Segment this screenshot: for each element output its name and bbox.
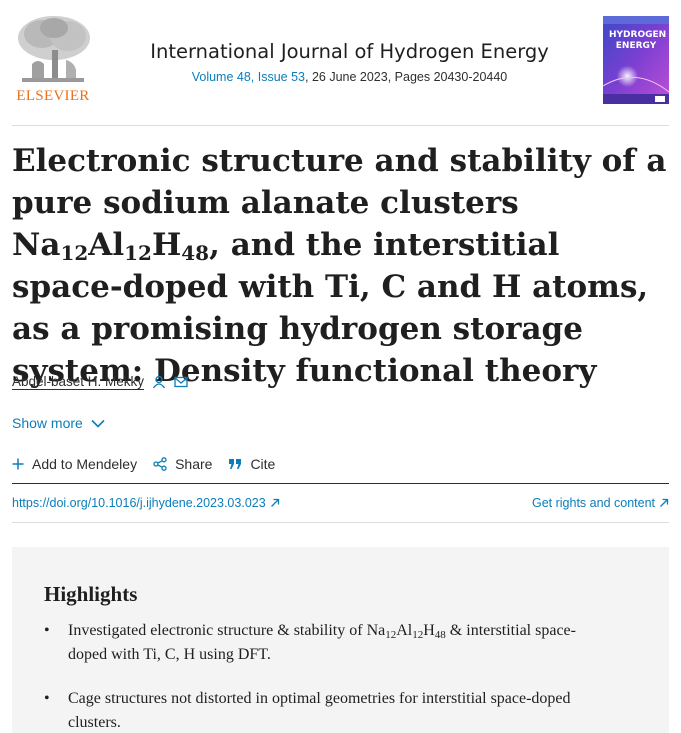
cite-button[interactable]: Cite	[228, 456, 275, 472]
rights-text: Get rights and content	[532, 496, 655, 510]
plus-icon	[12, 458, 24, 470]
author-row: Abdel-baset H. Mekky	[12, 374, 188, 389]
doi-text: https://doi.org/10.1016/j.ijhydene.2023.…	[12, 496, 266, 510]
external-link-icon	[270, 498, 279, 507]
mendeley-label: Add to Mendeley	[32, 456, 138, 472]
person-icon[interactable]	[152, 375, 166, 389]
title-subscript-3: 48	[181, 241, 210, 265]
title-text-2: Al	[88, 227, 125, 263]
share-label: Share	[175, 456, 213, 472]
header-divider	[12, 125, 669, 126]
journal-title[interactable]: International Journal of Hydrogen Energy	[122, 40, 577, 63]
rights-link[interactable]: Get rights and content	[532, 496, 669, 510]
external-link-icon	[660, 498, 669, 507]
elsevier-logo[interactable]: ELSEVIER	[12, 14, 94, 106]
title-subscript-2: 12	[124, 241, 152, 265]
journal-meta: Volume 48, Issue 53, 26 June 2023, Pages…	[122, 70, 577, 84]
mail-icon[interactable]	[174, 376, 188, 388]
highlight-subscript-1: 12	[385, 629, 397, 641]
highlight-text-2: Al	[396, 622, 413, 639]
highlight-text-1: Investigated electronic structure & stab…	[68, 622, 386, 639]
bullet: •	[44, 690, 50, 707]
highlight-text-3: H	[423, 622, 435, 639]
article-title: Electronic structure and stability of a …	[12, 140, 672, 392]
cover-title: HYDROGEN ENERGY	[609, 30, 667, 51]
list-item: • Cage structures not distorted in optima…	[44, 687, 614, 733]
bullet: •	[44, 622, 50, 639]
title-subscript-1: 12	[60, 241, 89, 265]
highlight-text: Cage structures not distorted in optimal…	[68, 690, 571, 731]
highlights-list: • Investigated electronic structure & sta…	[44, 619, 614, 733]
show-more-button[interactable]: Show more	[12, 415, 105, 431]
title-text-3: H	[151, 227, 182, 263]
show-more-label: Show more	[12, 415, 83, 431]
doi-link[interactable]: https://doi.org/10.1016/j.ijhydene.2023.…	[12, 496, 280, 510]
doi-row: https://doi.org/10.1016/j.ijhydene.2023.…	[12, 483, 669, 523]
cite-label: Cite	[250, 456, 276, 472]
article-actions: Add to Mendeley Share Cite	[12, 456, 291, 472]
chevron-down-icon	[91, 419, 105, 428]
journal-info: International Journal of Hydrogen Energy…	[122, 40, 577, 84]
share-icon	[153, 457, 167, 471]
date-pages: , 26 June 2023, Pages 20430-20440	[305, 70, 508, 84]
elsevier-wordmark: ELSEVIER	[16, 88, 90, 104]
journal-cover[interactable]: HYDROGEN ENERGY	[603, 16, 669, 104]
highlights-panel: Highlights • Investigated electronic stru…	[12, 547, 669, 733]
highlight-subscript-3: 48	[434, 629, 446, 641]
add-to-mendeley-button[interactable]: Add to Mendeley	[12, 456, 137, 472]
quote-icon	[229, 459, 242, 469]
author-name[interactable]: Abdel-baset H. Mekky	[12, 374, 144, 389]
tree-logo-icon	[12, 14, 94, 86]
highlight-subscript-2: 12	[412, 629, 424, 641]
journal-header: ELSEVIER International Journal of Hydrog…	[12, 14, 669, 108]
volume-issue-link[interactable]: Volume 48, Issue 53	[192, 70, 305, 84]
list-item: • Investigated electronic structure & sta…	[44, 619, 614, 667]
share-button[interactable]: Share	[153, 456, 212, 472]
highlights-title: Highlights	[44, 582, 138, 606]
